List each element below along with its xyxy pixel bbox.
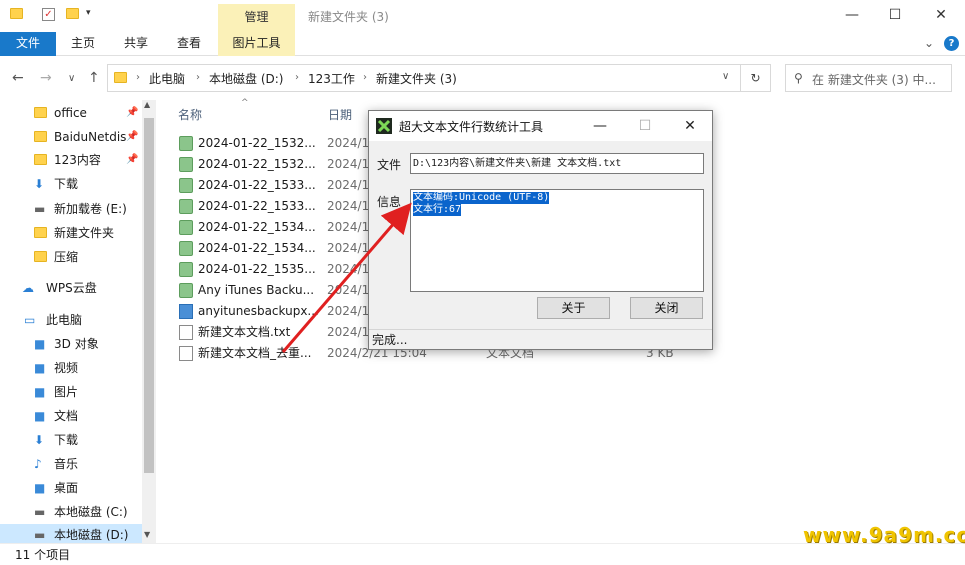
annotation-arrow (281, 202, 412, 353)
site-watermark: www.9a9m.com (803, 523, 965, 547)
